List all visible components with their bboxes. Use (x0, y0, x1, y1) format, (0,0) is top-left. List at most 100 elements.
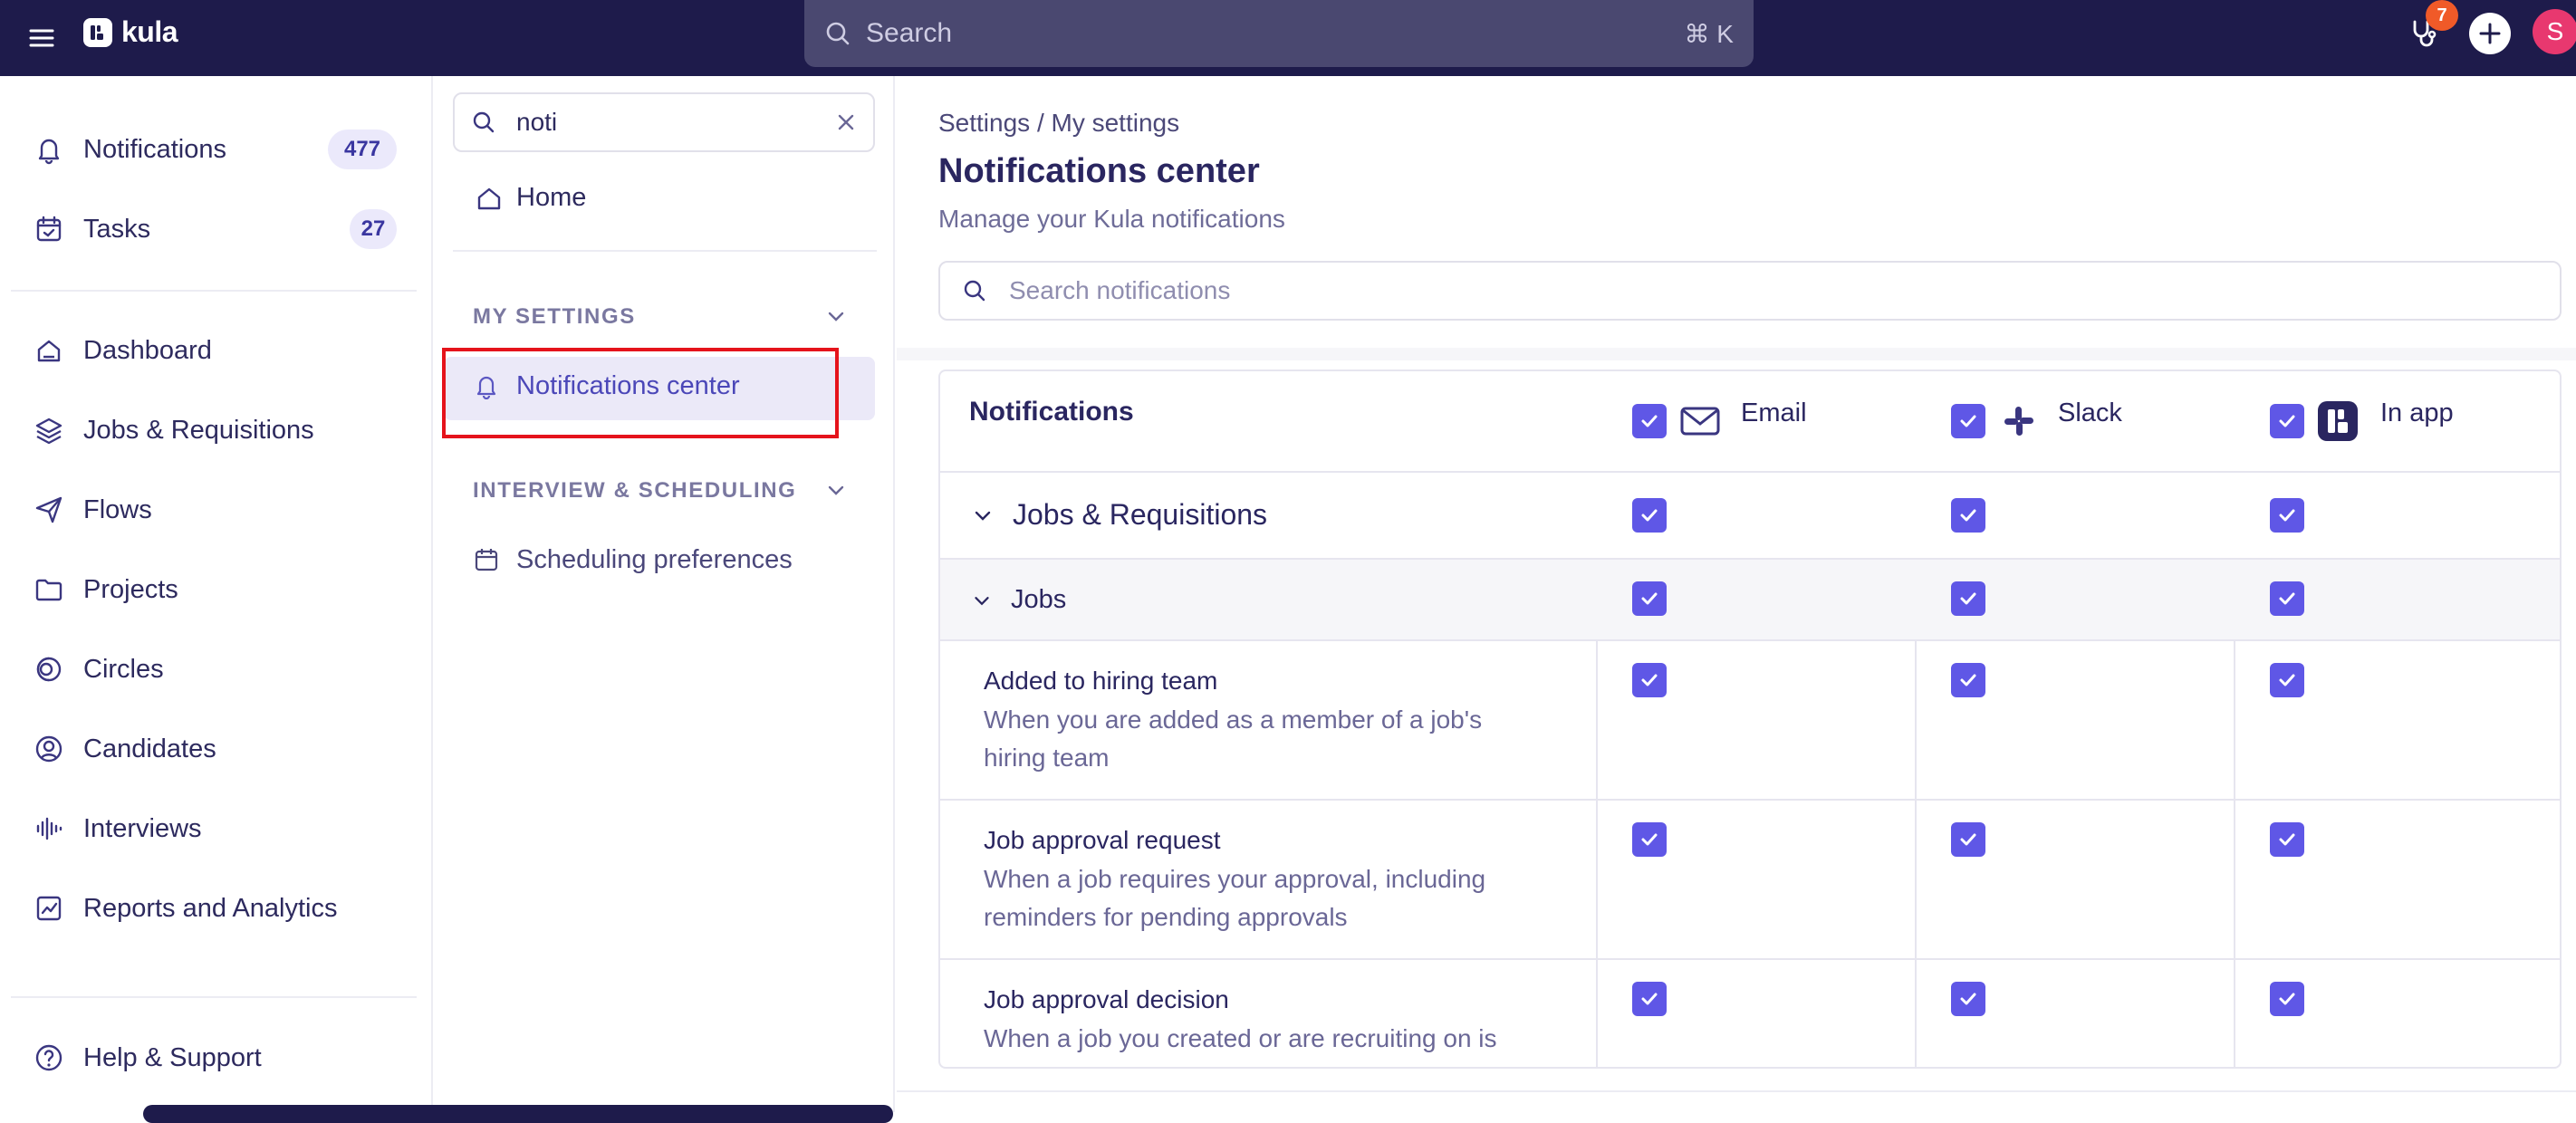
sidebar-item-label: Flows (83, 494, 152, 524)
search-icon (824, 20, 851, 47)
check-icon (1960, 509, 1976, 522)
top-bar: kula Search ⌘ K 7 S (0, 0, 2576, 76)
subgroup-email-checkbox[interactable] (1632, 581, 1667, 616)
breadcrumb[interactable]: Settings / My settings (938, 109, 1179, 138)
sidebar-item-label: Dashboard (83, 335, 212, 365)
sidebar-item-reports-analytics[interactable]: Reports and Analytics (33, 887, 337, 930)
sidebar-item-label: Help & Support (83, 1042, 262, 1072)
group-row-jobs-requisitions[interactable]: Jobs & Requisitions (940, 473, 2560, 560)
table-header-row: Notifications Email Slack In app (940, 371, 2560, 473)
check-icon (1960, 415, 1976, 427)
subnav-home-link[interactable]: Home (475, 183, 586, 213)
subgroup-label: Jobs (969, 585, 1066, 615)
subnav-item-scheduling-preferences[interactable]: Scheduling preferences (473, 545, 793, 575)
subgroup-in-app-checkbox[interactable] (2270, 581, 2304, 616)
email-checkbox[interactable] (1632, 982, 1667, 1016)
email-checkbox[interactable] (1632, 822, 1667, 857)
waveform-icon (33, 812, 65, 845)
section-my-settings[interactable]: MY SETTINGS (473, 304, 636, 330)
sidebar-item-flows[interactable]: Flows (33, 488, 152, 532)
sidebar-item-candidates[interactable]: Candidates (33, 727, 216, 771)
sidebar-item-jobs-requisitions[interactable]: Jobs & Requisitions (33, 408, 314, 452)
layers-icon (33, 414, 65, 446)
sidebar-item-label: Jobs & Requisitions (83, 415, 314, 445)
settings-subnav: noti Home MY SETTINGS Notifications cent… (435, 76, 895, 1112)
chevron-down-icon (975, 511, 991, 521)
check-icon (2279, 833, 2295, 846)
check-icon (1641, 415, 1658, 427)
main-sidebar: Notifications 477 Tasks 27 Dashboard Job… (0, 76, 433, 1112)
sidebar-item-dashboard[interactable]: Dashboard (33, 329, 212, 372)
email-column-checkbox[interactable] (1632, 404, 1667, 438)
folder-icon (33, 573, 65, 606)
page-subtitle: Manage your Kula notifications (938, 205, 1285, 233)
notification-description: When you are added as a member of a job'… (984, 705, 1483, 772)
subgroup-row-jobs[interactable]: Jobs (940, 560, 2560, 641)
group-label: Jobs & Requisitions (969, 498, 1267, 532)
email-column-label: Email (1741, 398, 1807, 427)
in-app-checkbox[interactable] (2270, 822, 2304, 857)
group-in-app-checkbox[interactable] (2270, 498, 2304, 533)
notification-badge: 7 (2426, 0, 2458, 31)
email-icon (1679, 400, 1721, 442)
check-icon (2279, 592, 2295, 605)
sidebar-item-help-support[interactable]: Help & Support (33, 1036, 262, 1080)
chart-icon (33, 892, 65, 925)
group-email-checkbox[interactable] (1632, 498, 1667, 533)
section-interview-scheduling[interactable]: INTERVIEW & SCHEDULING (473, 478, 796, 504)
in-app-column-label: In app (2380, 398, 2454, 427)
kula-app-icon (2317, 400, 2359, 442)
search-icon (471, 110, 496, 135)
in-app-column-checkbox[interactable] (2270, 404, 2304, 438)
check-icon (1960, 592, 1976, 605)
chevron-down-icon[interactable] (822, 476, 850, 504)
notifications-count-badge: 477 (328, 130, 397, 169)
bell-icon (33, 133, 65, 166)
in-app-checkbox[interactable] (2270, 663, 2304, 697)
subgroup-slack-checkbox[interactable] (1951, 581, 1985, 616)
global-search[interactable]: Search ⌘ K (804, 0, 1754, 67)
slack-checkbox[interactable] (1951, 982, 1985, 1016)
sidebar-item-notifications[interactable]: Notifications (33, 128, 226, 171)
sidebar-item-projects[interactable]: Projects (33, 568, 178, 611)
user-avatar[interactable]: S (2533, 9, 2576, 54)
subnav-divider (453, 250, 877, 252)
slack-checkbox[interactable] (1951, 822, 1985, 857)
slack-checkbox[interactable] (1951, 663, 1985, 697)
page-title: Notifications center (938, 152, 1260, 190)
sidebar-item-circles[interactable]: Circles (33, 648, 164, 691)
email-checkbox[interactable] (1632, 663, 1667, 697)
sidebar-item-tasks[interactable]: Tasks (33, 207, 150, 251)
tasks-count-badge: 27 (350, 209, 397, 249)
send-icon (33, 494, 65, 526)
table-row: Job approval decision When a job you cre… (940, 960, 2560, 1067)
sidebar-item-label: Candidates (83, 734, 216, 763)
notification-title: Job approval request (984, 826, 1221, 854)
notifications-search-input[interactable]: Search notifications (938, 261, 2562, 321)
home-icon (475, 184, 504, 213)
add-button[interactable] (2469, 13, 2511, 54)
chevron-down-icon (975, 596, 989, 605)
sidebar-item-label: Notifications (83, 134, 226, 164)
sidebar-divider (11, 290, 417, 292)
slack-column-checkbox[interactable] (1951, 404, 1985, 438)
plus-icon (2479, 23, 2501, 44)
check-icon (1960, 833, 1976, 846)
calendar-icon (473, 546, 502, 575)
group-slack-checkbox[interactable] (1951, 498, 1985, 533)
check-icon (1641, 674, 1658, 686)
sidebar-item-label: Interviews (83, 813, 202, 843)
check-icon (1641, 509, 1658, 522)
sidebar-item-label: Circles (83, 654, 164, 684)
app-logo[interactable]: kula (83, 15, 178, 49)
in-app-checkbox[interactable] (2270, 982, 2304, 1016)
chevron-down-icon[interactable] (822, 302, 850, 330)
sidebar-item-interviews[interactable]: Interviews (33, 807, 202, 850)
clear-icon[interactable] (835, 111, 857, 133)
check-icon (2279, 415, 2295, 427)
calendar-check-icon (33, 213, 65, 245)
settings-search-value: noti (516, 108, 558, 136)
search-placeholder: Search notifications (1009, 276, 1231, 304)
settings-search-input[interactable]: noti (453, 92, 875, 152)
menu-icon[interactable] (27, 24, 56, 53)
